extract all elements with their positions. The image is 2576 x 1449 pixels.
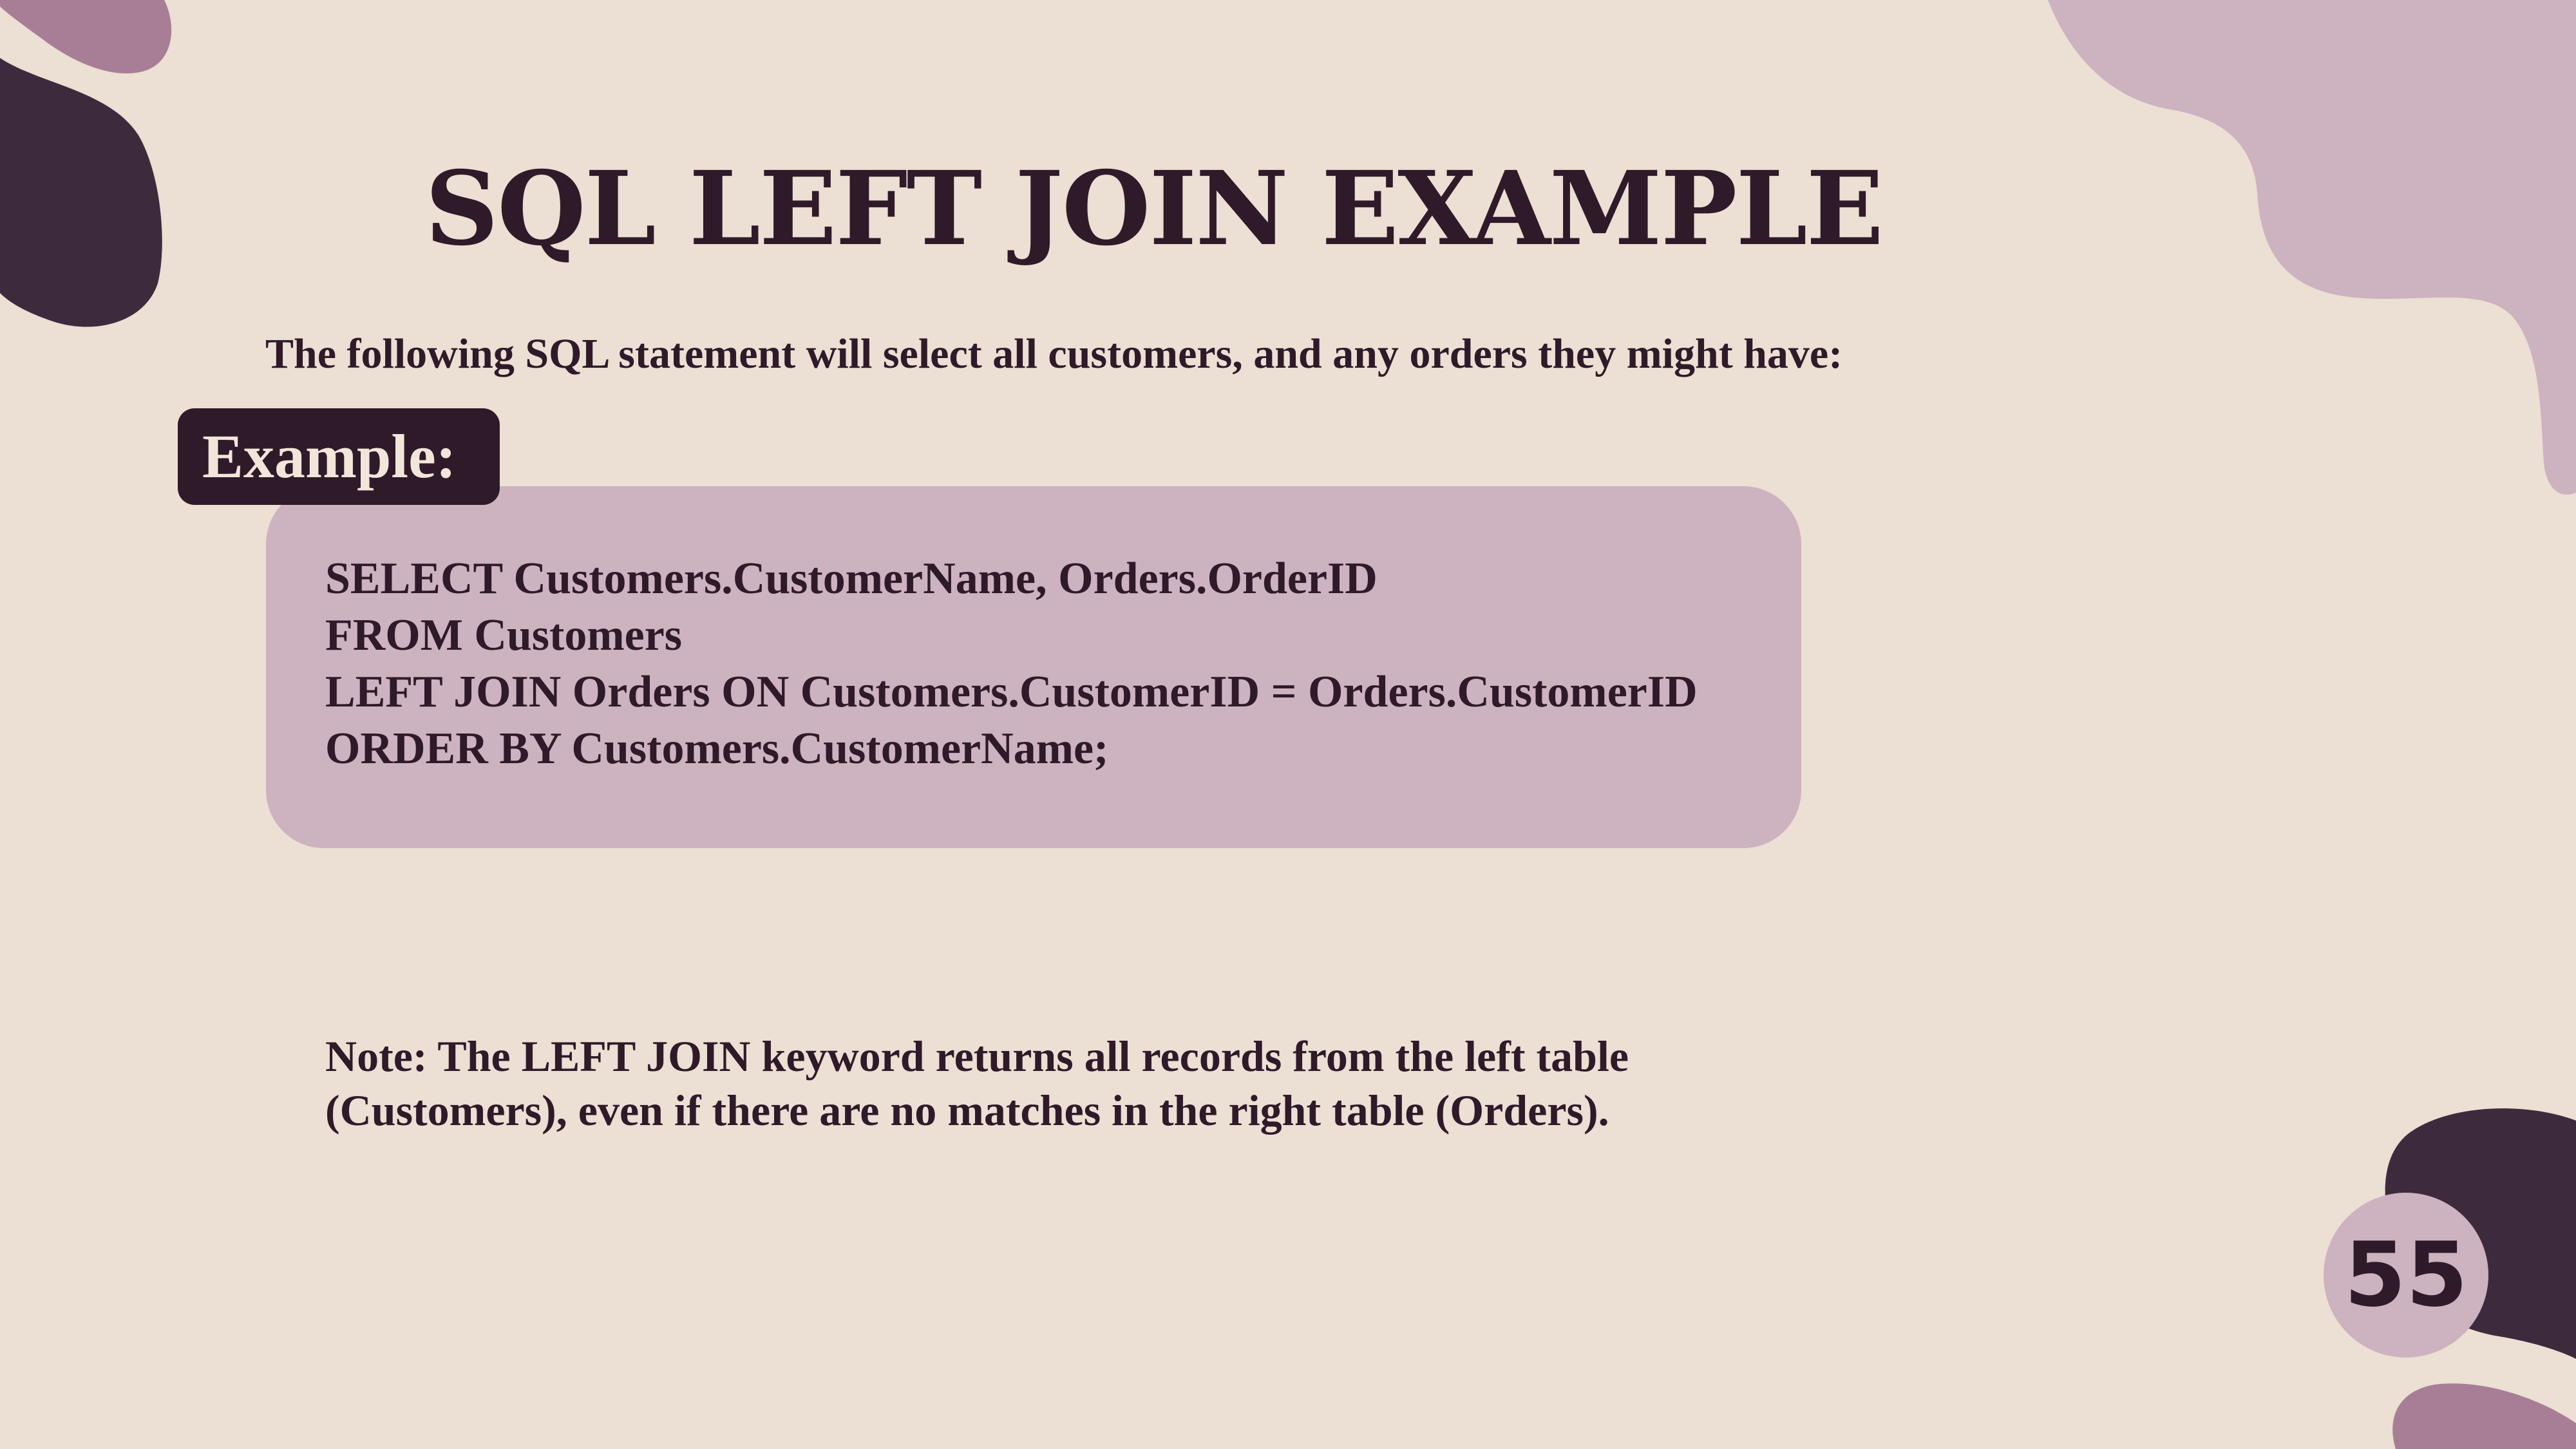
blob-bottom-right-mauve xyxy=(2392,1383,2576,1449)
note-line-1: Note: The LEFT JOIN keyword returns all … xyxy=(325,1032,1629,1081)
code-block: SELECT Customers.CustomerName, Orders.Or… xyxy=(266,486,1801,848)
example-label: Example: xyxy=(178,408,500,505)
code-line-2: FROM Customers xyxy=(325,611,683,660)
blob-top-left-mauve xyxy=(0,0,172,73)
slide: SQL LEFT JOIN EXAMPLE The following SQL … xyxy=(0,0,2576,1449)
slide-title: SQL LEFT JOIN EXAMPLE xyxy=(425,149,1884,269)
code-line-3: LEFT JOIN Orders ON Customers.CustomerID… xyxy=(325,667,1698,717)
intro-text: The following SQL statement will select … xyxy=(265,330,1843,377)
note-text: Note: The LEFT JOIN keyword returns all … xyxy=(325,1029,2000,1137)
note-line-2: (Customers), even if there are no matche… xyxy=(325,1086,1609,1135)
blob-top-right-mauve xyxy=(2048,0,2576,495)
page-number-badge: 55 xyxy=(2324,1193,2488,1358)
blob-top-left-dark xyxy=(0,58,162,327)
code-line-1: SELECT Customers.CustomerName, Orders.Or… xyxy=(325,554,1378,603)
code-line-4: ORDER BY Customers.CustomerName; xyxy=(325,724,1109,773)
